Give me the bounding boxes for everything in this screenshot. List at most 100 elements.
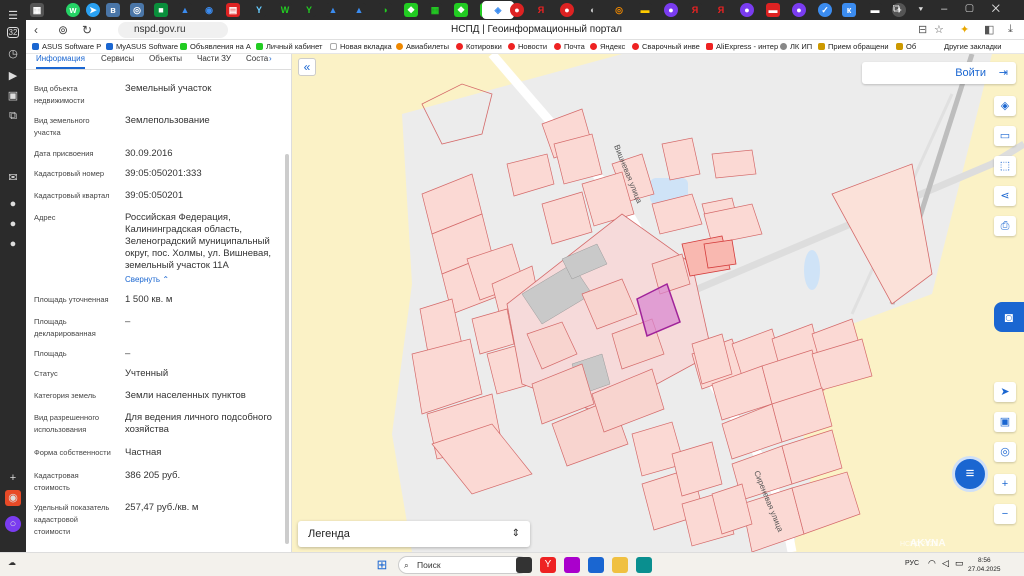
card-button[interactable]: ▣ [994,412,1016,432]
start-icon[interactable]: ⊞ [374,557,390,573]
bookmark-item[interactable]: Котировки [456,42,502,51]
tab-icon-26[interactable]: ● [664,3,678,17]
tab-icon-24[interactable]: ◎ [612,3,626,17]
add-icon[interactable]: + [5,470,21,486]
tab-icon-16[interactable]: ▦ [428,3,442,17]
tab-icon-5[interactable]: ■ [154,3,168,17]
layers-button[interactable]: ◈ [994,96,1016,116]
legend-dropdown[interactable]: Легенда ⇕ [298,521,530,547]
tab-icon-28[interactable]: Я [714,3,728,17]
todo-icon[interactable] [588,557,604,573]
store-icon[interactable] [636,557,652,573]
app-icon-3[interactable]: ● [5,236,21,252]
tab-whatsapp-icon[interactable]: w [66,3,80,17]
tab-icon-21[interactable]: Я [534,3,548,17]
wifi-icon[interactable]: ◠ [928,558,936,569]
clock[interactable]: 8:56 27.04.2025 [968,556,1001,574]
ruler-button[interactable]: ▭ [994,126,1016,146]
bookmark-item[interactable]: Яндекс [590,42,625,51]
menu-icon[interactable]: ☰ [5,8,21,24]
tab-objects[interactable]: Объекты [149,54,182,63]
tab-icon-23[interactable]: ◐ [586,3,600,17]
history-icon[interactable]: ◷ [5,46,21,62]
play-icon[interactable]: ▶ [5,68,21,84]
app-icon-1[interactable]: ● [5,196,21,212]
tab-icon-33[interactable]: к [842,3,856,17]
tab-icon-7[interactable]: ◉ [202,3,216,17]
tab-icon-31[interactable]: ● [792,3,806,17]
tab-icon-27[interactable]: Я [688,3,702,17]
tab-vk2-icon[interactable]: ◎ [130,3,144,17]
tab-icon-9[interactable]: Y [252,3,266,17]
tab-composition[interactable]: Соста [246,54,268,63]
share-button[interactable]: ⋖ [994,186,1016,206]
tab-icon-34[interactable]: ▬ [868,3,882,17]
volume-icon[interactable]: ◁ [942,558,949,569]
select-area-button[interactable]: ⬚ [994,156,1016,176]
tab-icon-11[interactable]: Y [302,3,316,17]
bookmark-item[interactable]: ЛК ИП [780,42,812,51]
language-indicator[interactable]: РУС [905,560,919,567]
tab-icon-29[interactable]: ● [740,3,754,17]
weather-icon[interactable]: ☁ [8,558,16,567]
tab-icon-30[interactable]: ▬ [766,3,780,17]
chat-tab-button[interactable]: ◙ [994,302,1024,332]
login-button[interactable]: Войти ⇥ [862,62,1016,84]
tab-info[interactable]: Информация [36,54,85,69]
bookmark-item[interactable]: AliExpress - интер [706,42,778,51]
bookmark-item[interactable]: Новая вкладка [330,42,392,51]
url-field[interactable]: nspd.gov.ru [118,22,228,38]
bookmark-item[interactable]: Почта [554,42,585,51]
bookmark-item[interactable]: MyASUS Software [106,42,178,51]
bookmark-icon[interactable]: ☆ [934,23,944,36]
bookmark-item[interactable]: Сварочный инве [632,42,700,51]
tab-icon-8[interactable]: ▤ [226,3,240,17]
taskview-icon[interactable] [516,557,532,573]
bookmark-item[interactable]: Объявления на А [180,42,251,51]
tab-icon-6[interactable]: ▲ [178,3,192,17]
profile-small-icon[interactable]: ⊚ [58,23,68,37]
explorer-icon[interactable] [612,557,628,573]
tab-vk-icon[interactable]: в [106,3,120,17]
tab-telegram-icon[interactable]: ➤ [86,3,100,17]
yandex-browser-icon[interactable]: Y [540,557,556,573]
mail-icon[interactable]: ✉ [5,170,21,186]
taskbar-search[interactable]: ⌕ Поиск [398,556,528,574]
tab-grid-icon[interactable]: ▦ [30,3,44,17]
zoom-in-button[interactable]: + [994,474,1016,494]
tab-icon-22[interactable]: ● [560,3,574,17]
tab-icon-13[interactable]: ▲ [352,3,366,17]
tab-services[interactable]: Сервисы [101,54,134,63]
tab-icon-20[interactable]: ● [510,3,524,17]
battery-icon[interactable]: ▭ [955,558,964,569]
collapse-link[interactable]: Свернуть ⌃ [125,275,169,284]
reader-icon[interactable]: ⊟ [918,23,927,36]
bookmark-item[interactable]: ASUS Software P [32,42,101,51]
tab-parts[interactable]: Части ЗУ [197,54,231,63]
bookmark-item[interactable]: Новости [508,42,547,51]
tab-icon-25[interactable]: ▬ [638,3,652,17]
window-controls[interactable]: ⧉▾–▢✕ [893,3,1018,16]
back-icon[interactable]: ‹ [34,23,38,37]
pin-icon[interactable]: ◧ [984,23,994,36]
tab-icon-10[interactable]: W [278,3,292,17]
app-icon-2[interactable]: ● [5,216,21,232]
other-bookmarks[interactable]: Другие закладки [944,42,1001,51]
collections-icon[interactable]: ⧉ [5,108,21,124]
messages-button[interactable]: ≡ [952,456,988,492]
bookmark-item[interactable]: Личный кабинет [256,42,322,51]
reload-icon[interactable]: ↻ [82,23,92,37]
tab-icon-32[interactable]: ✓ [818,3,832,17]
extension-icon[interactable]: ✦ [960,23,969,36]
download-icon[interactable]: ⤓ [1008,23,1013,36]
map-view[interactable]: Вишневая улица Сиреневая улица [292,54,1024,552]
compass-button[interactable]: ◎ [994,442,1016,462]
bookmark-item[interactable]: Авиабилеты [396,42,449,51]
alice-icon[interactable]: ○ [5,516,21,532]
bookmark-item[interactable]: Прием обращени [818,42,889,51]
profile-icon[interactable]: ◉ [5,490,21,506]
collapse-panel-button[interactable]: « [298,58,316,76]
bookmark-item[interactable]: Об [896,42,916,51]
print-button[interactable]: ⎙ [994,216,1016,236]
tabs-icon[interactable]: ▣ [5,88,21,104]
